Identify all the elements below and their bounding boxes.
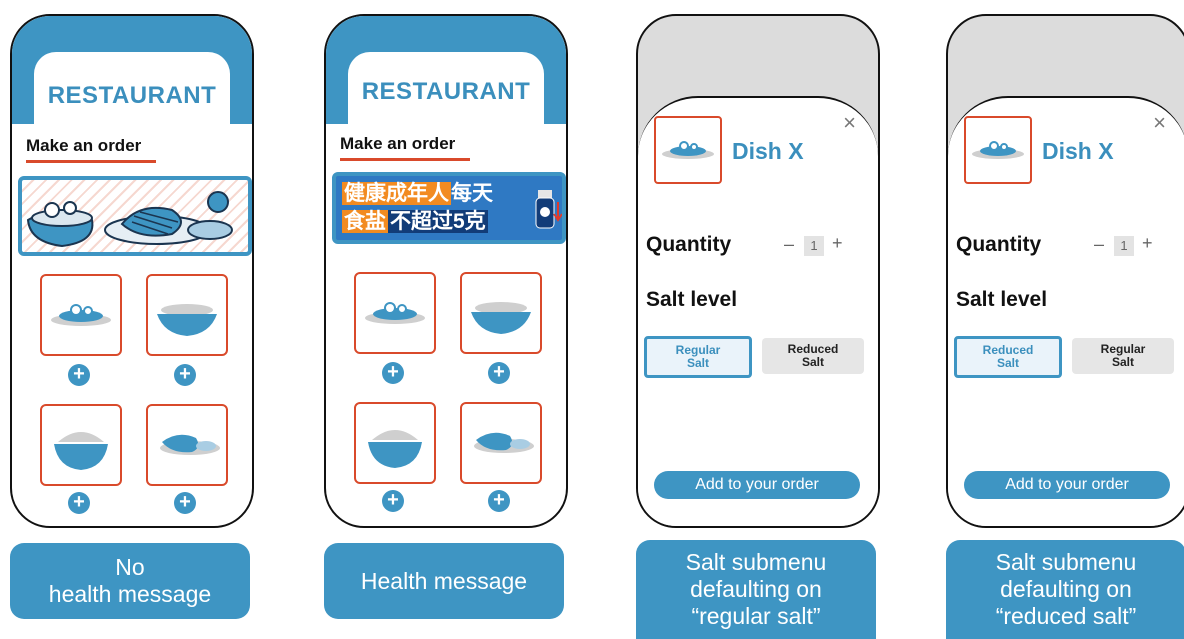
salt-option-regular[interactable]: Regular Salt <box>1072 338 1174 374</box>
caption-line: Salt submenu <box>995 549 1137 575</box>
salt-option-label: Reduced Salt <box>787 342 839 369</box>
quantity-increase-button[interactable]: + <box>832 233 843 254</box>
dish-card-steak[interactable] <box>146 404 228 486</box>
dish-card-rice[interactable] <box>40 404 122 486</box>
add-steak-button[interactable]: + <box>488 490 510 512</box>
dish-card-seafood[interactable] <box>354 272 436 354</box>
caption-line: “reduced salt” <box>995 603 1137 629</box>
restaurant-title: RESTAURANT <box>361 78 531 105</box>
dish-thumbnail <box>654 116 722 184</box>
rice-bowl-icon <box>54 432 108 470</box>
salt-option-label: Regular Salt <box>1100 342 1146 369</box>
salt-option-label: Reduced Salt <box>982 343 1034 370</box>
caption-line: defaulting on <box>1000 576 1132 602</box>
salt-option-reduced[interactable]: Reduced Salt <box>762 338 864 374</box>
caption: Health message <box>324 543 564 619</box>
health-text: 不超过5克 <box>388 210 488 233</box>
noodle-bowl-icon <box>157 304 217 336</box>
heading-underline <box>340 158 470 161</box>
health-text: 每天 <box>451 182 493 205</box>
seafood-plate-icon <box>662 141 714 159</box>
health-message-line-1: 健康成年人每天 <box>342 180 493 208</box>
health-message-banner: 健康成年人每天 食盐 不超过5克 <box>332 172 566 244</box>
dish-card-rice[interactable] <box>354 402 436 484</box>
health-message-line-2: 食盐 不超过5克 <box>342 208 488 236</box>
panel-regular-salt-default: × Dish X Quantity – 1 + Salt level Regul… <box>634 0 884 639</box>
salt-level-label: Salt level <box>646 288 738 311</box>
phone-frame: RESTAURANT Make an order + + + + <box>10 14 254 528</box>
add-to-order-button[interactable]: Add to your order <box>654 471 860 499</box>
salt-option-label: Regular Salt <box>675 343 721 370</box>
add-seafood-button[interactable]: + <box>68 364 90 386</box>
salt-shaker-icon <box>535 190 562 229</box>
caption: No health message <box>10 543 250 619</box>
caption: Salt submenu defaulting on “regular salt… <box>636 540 876 639</box>
caption-line: No <box>115 554 145 580</box>
panel-no-health-message: RESTAURANT Make an order + + + + No heal… <box>8 0 258 639</box>
make-order-heading: Make an order <box>26 136 142 155</box>
dish-card-seafood[interactable] <box>40 274 122 356</box>
make-order-heading: Make an order <box>340 134 456 153</box>
salt-option-reduced-selected[interactable]: Reduced Salt <box>954 336 1062 378</box>
quantity-value[interactable]: 1 <box>1114 236 1134 256</box>
add-to-order-button[interactable]: Add to your order <box>964 471 1170 499</box>
phone-frame: × Dish X Quantity – 1 + Salt level Reduc… <box>946 14 1184 528</box>
quantity-increase-button[interactable]: + <box>1142 233 1153 254</box>
seafood-plate-icon <box>972 141 1024 159</box>
steak-plate-icon <box>474 432 534 453</box>
caption-line: defaulting on <box>690 576 822 602</box>
quantity-decrease-button[interactable]: – <box>1094 234 1104 255</box>
close-icon[interactable]: × <box>843 112 856 134</box>
add-noodles-button[interactable]: + <box>488 362 510 384</box>
caption: Salt submenu defaulting on “reduced salt… <box>946 540 1184 639</box>
dish-card-steak[interactable] <box>460 402 542 484</box>
quantity-label: Quantity <box>646 233 732 256</box>
add-seafood-button[interactable]: + <box>382 362 404 384</box>
restaurant-title: RESTAURANT <box>47 82 217 109</box>
dish-title: Dish X <box>1042 138 1114 164</box>
phone-frame: × Dish X Quantity – 1 + Salt level Regul… <box>636 14 880 528</box>
health-text: 健康成年人 <box>342 182 451 205</box>
add-rice-button[interactable]: + <box>68 492 90 514</box>
food-illustration-icon <box>26 191 233 248</box>
salt-level-label: Salt level <box>956 288 1048 311</box>
add-steak-button[interactable]: + <box>174 492 196 514</box>
steak-plate-icon <box>160 434 220 455</box>
quantity-label: Quantity <box>956 233 1042 256</box>
salt-option-regular-selected[interactable]: Regular Salt <box>644 336 752 378</box>
heading-underline <box>26 160 156 163</box>
health-text: 食盐 <box>342 210 388 233</box>
food-banner <box>18 176 252 256</box>
phone-frame: RESTAURANT Make an order 健康成年人每天 食盐 不超过5克 <box>324 14 568 528</box>
add-noodles-button[interactable]: + <box>174 364 196 386</box>
dish-sheet: × Dish X Quantity – 1 + Salt level Reduc… <box>948 96 1184 526</box>
noodle-bowl-icon <box>471 302 531 334</box>
dish-sheet: × Dish X Quantity – 1 + Salt level Regul… <box>638 96 878 526</box>
quantity-value[interactable]: 1 <box>804 236 824 256</box>
quantity-decrease-button[interactable]: – <box>784 234 794 255</box>
add-rice-button[interactable]: + <box>382 490 404 512</box>
rice-bowl-icon <box>368 430 422 468</box>
caption-line: “regular salt” <box>691 603 821 629</box>
seafood-plate-icon <box>365 302 425 324</box>
caption-line: Health message <box>360 567 528 594</box>
close-icon[interactable]: × <box>1153 112 1166 134</box>
dish-card-noodles[interactable] <box>460 272 542 354</box>
dish-card-noodles[interactable] <box>146 274 228 356</box>
dish-thumbnail <box>964 116 1032 184</box>
panel-reduced-salt-default: × Dish X Quantity – 1 + Salt level Reduc… <box>944 0 1184 639</box>
dish-title: Dish X <box>732 138 804 164</box>
seafood-plate-icon <box>51 304 111 326</box>
caption-line: Salt submenu <box>685 549 827 575</box>
panel-health-message: RESTAURANT Make an order 健康成年人每天 食盐 不超过5克 <box>322 0 572 639</box>
caption-line: health message <box>48 581 212 607</box>
